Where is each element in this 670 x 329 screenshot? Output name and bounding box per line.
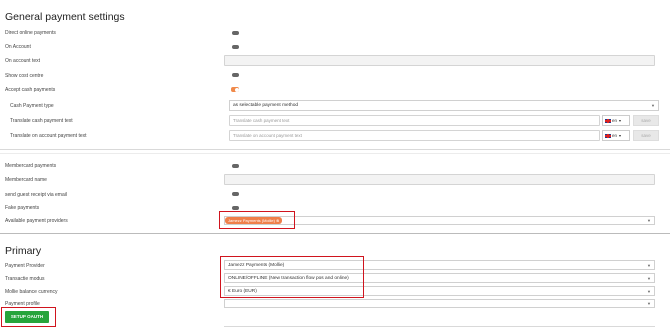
accept-cash-payments-toggle[interactable]	[231, 87, 239, 92]
send-guest-receipt-toggle[interactable]	[232, 192, 239, 196]
chevron-down-icon: ▼	[618, 134, 622, 138]
chevron-down-icon: ▼	[647, 288, 651, 294]
uk-flag-icon	[605, 133, 611, 138]
direct-online-payments-toggle[interactable]	[232, 31, 239, 35]
chevron-down-icon: ▼	[647, 301, 651, 306]
on-account-text-input[interactable]	[224, 55, 655, 66]
translate-account-placeholder: Translate on account payment text	[233, 133, 302, 138]
save-button-cash[interactable]: save	[633, 115, 659, 126]
chevron-down-icon: ▼	[618, 119, 622, 123]
fake-payments-toggle[interactable]	[232, 206, 239, 210]
translate-cash-placeholder: Translate cash payment text	[233, 118, 290, 123]
cash-payment-type-label: Cash Payment type	[10, 103, 54, 109]
membercard-payments-toggle[interactable]	[232, 164, 239, 168]
setup-oauth-button[interactable]: SETUP OAUTH	[5, 311, 49, 323]
translate-cash-input[interactable]: Translate cash payment text	[229, 115, 600, 126]
send-guest-receipt-label: send guest receipt via email	[5, 192, 67, 198]
chevron-down-icon: ▼	[647, 218, 651, 223]
on-account-text-label: On account text	[5, 58, 41, 64]
section-divider	[0, 233, 670, 234]
direct-online-payments-label: Direct online payments	[5, 30, 56, 36]
chevron-down-icon: ▼	[651, 103, 655, 108]
on-account-toggle[interactable]	[232, 45, 239, 49]
primary-title: Primary	[5, 245, 42, 257]
page-title: General payment settings	[5, 11, 125, 23]
translate-account-label: Translate on account payment text	[10, 133, 87, 139]
on-account-label: On Account	[5, 44, 31, 50]
bottom-divider	[224, 326, 655, 327]
membercard-payments-label: Membercard payments	[5, 163, 57, 169]
uk-flag-icon	[605, 118, 611, 123]
provider-chip[interactable]: Jamezz Payments (Mollie) ⊗	[225, 217, 283, 224]
provider-chip-label: Jamezz Payments (Mollie)	[228, 218, 275, 223]
section-divider	[0, 149, 670, 150]
membercard-name-label: Membercard name	[5, 177, 47, 183]
language-code: en	[612, 118, 618, 123]
chevron-down-icon: ▼	[647, 262, 651, 268]
payment-provider-label: Payment Provider	[5, 263, 45, 269]
close-icon[interactable]: ⊗	[276, 218, 279, 223]
save-button-account[interactable]: save	[633, 130, 659, 141]
show-cost-centre-label: Show cost centre	[5, 73, 44, 79]
fake-payments-label: Fake payments	[5, 205, 40, 211]
translate-account-input[interactable]: Translate on account payment text	[229, 130, 600, 141]
chevron-down-icon: ▼	[647, 275, 651, 281]
transactie-modus-label: Transactie modus	[5, 276, 45, 282]
cash-payment-type-value: as selectable payment method	[233, 103, 299, 108]
accept-cash-payments-label: Accept cash payments	[5, 87, 56, 93]
language-code: en	[612, 133, 618, 138]
translate-cash-label: Translate cash payment text	[10, 118, 73, 124]
language-select-account[interactable]: en ▼	[602, 130, 630, 141]
payment-profile-select[interactable]: ▼	[224, 299, 655, 308]
highlight-box	[220, 256, 364, 298]
mollie-currency-label: Mollie balance currency	[5, 289, 58, 295]
section-divider	[0, 153, 670, 154]
language-select-cash[interactable]: en ▼	[602, 115, 630, 126]
cash-payment-type-select[interactable]: as selectable payment method ▼	[229, 100, 659, 111]
available-providers-label: Available payment providers	[5, 218, 68, 224]
show-cost-centre-toggle[interactable]	[232, 73, 239, 77]
membercard-name-input[interactable]	[224, 174, 655, 185]
